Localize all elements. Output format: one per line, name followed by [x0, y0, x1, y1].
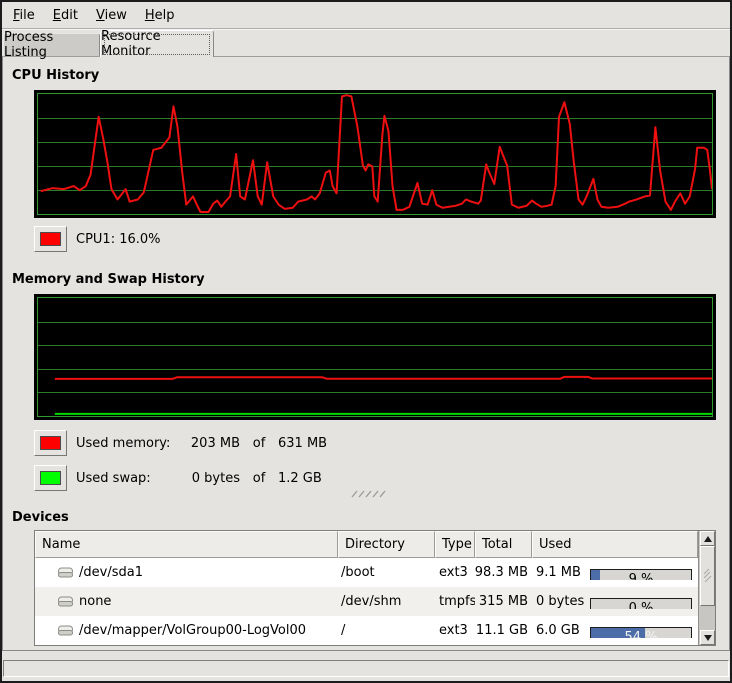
memory-history-title: Memory and Swap History [12, 272, 205, 287]
used-memory-label: Used memory: [76, 436, 176, 451]
device-used: 9.1 MB [536, 565, 581, 580]
menu-help[interactable]: Help [136, 5, 184, 26]
device-total: 315 MB [475, 594, 532, 609]
of-label: of [240, 436, 278, 451]
cpu-plot-area [37, 93, 713, 215]
used-memory-value: 203 MB [176, 436, 240, 451]
device-name: none [79, 594, 111, 609]
cpu-legend: CPU1: 16.0% [34, 226, 161, 252]
memory-color-swatch [40, 436, 61, 450]
of-label: of [240, 471, 278, 486]
harddisk-icon [57, 624, 74, 637]
used-swap-label: Used swap: [76, 471, 176, 486]
menubar: File Edit View Help [2, 2, 730, 28]
column-header-name[interactable]: Name [35, 531, 338, 558]
cpu1-color-swatch [40, 232, 61, 246]
usage-percent-label: 54 % [591, 628, 691, 638]
menu-file[interactable]: File [4, 5, 44, 26]
memory-swap-graph [34, 294, 716, 420]
table-row[interactable]: none /dev/shm tmpfs 315 MB 0 bytes 0 % [35, 587, 698, 616]
focus-indicator [104, 34, 210, 55]
usage-progressbar: 54 % [590, 627, 692, 638]
device-total: 98.3 MB [475, 565, 532, 580]
system-monitor-window: File Edit View Help Process Listing Reso… [0, 0, 732, 683]
column-header-directory[interactable]: Directory [338, 531, 435, 558]
harddisk-icon [57, 566, 74, 579]
tab-process-listing[interactable]: Process Listing [3, 33, 100, 56]
arrow-down-icon [704, 635, 712, 641]
statusbar [3, 660, 729, 677]
menu-view[interactable]: View [87, 5, 136, 26]
arrow-up-icon [704, 536, 712, 542]
cpu1-usage-label: CPU1: 16.0% [76, 232, 161, 247]
menu-edit[interactable]: Edit [44, 5, 87, 26]
column-header-total[interactable]: Total [475, 531, 532, 558]
device-directory: /dev/shm [338, 594, 435, 609]
device-type: ext3 [435, 565, 475, 580]
swap-color-swatch [40, 471, 61, 485]
device-used: 6.0 GB [536, 623, 580, 638]
usage-percent-label: 0 % [591, 599, 691, 609]
device-directory: / [338, 623, 435, 638]
column-header-used[interactable]: Used [532, 531, 698, 558]
pane-resize-grip[interactable] [350, 489, 386, 499]
usage-progressbar: 0 % [590, 598, 692, 609]
column-header-type[interactable]: Type [435, 531, 475, 558]
device-total: 11.1 GB [475, 623, 532, 638]
tab-resource-monitor[interactable]: Resource Monitor [100, 30, 214, 57]
device-name: /dev/sda1 [79, 565, 143, 580]
devices-table-header: Name Directory Type Total Used [35, 531, 698, 558]
total-memory-value: 631 MB [278, 436, 327, 451]
scroll-down-button[interactable] [700, 630, 715, 645]
device-name: /dev/mapper/VolGroup00-LogVol00 [79, 623, 306, 638]
vertical-scrollbar[interactable] [698, 531, 715, 645]
used-swap-value: 0 bytes [176, 471, 240, 486]
table-row[interactable]: /dev/sda1 /boot ext3 98.3 MB 9.1 MB 9 % [35, 558, 698, 587]
cpu-history-graph [34, 90, 716, 218]
used-memory-legend: Used memory: 203 MB of 631 MB [34, 430, 327, 456]
cpu-usage-line [38, 94, 712, 214]
memory-swap-lines [38, 298, 712, 416]
usage-progressbar: 9 % [590, 569, 692, 580]
harddisk-icon [57, 595, 74, 608]
device-used: 0 bytes [536, 594, 584, 609]
device-directory: /boot [338, 565, 435, 580]
memory-color-button[interactable] [34, 430, 67, 456]
scroll-up-button[interactable] [700, 531, 715, 546]
device-type: ext3 [435, 623, 475, 638]
table-row[interactable]: /dev/mapper/VolGroup00-LogVol00 / ext3 1… [35, 616, 698, 645]
cpu-history-title: CPU History [12, 68, 99, 83]
tab-label: Process Listing [4, 30, 99, 60]
devices-title: Devices [12, 510, 69, 525]
swap-color-button[interactable] [34, 465, 67, 491]
usage-percent-label: 9 % [591, 570, 691, 580]
device-type: tmpfs [435, 594, 475, 609]
used-swap-legend: Used swap: 0 bytes of 1.2 GB [34, 465, 322, 491]
total-swap-value: 1.2 GB [278, 471, 322, 486]
scrollbar-grip-icon [702, 568, 713, 584]
scrollbar-thumb[interactable] [700, 546, 715, 606]
cpu1-color-button[interactable] [34, 226, 67, 252]
devices-table: Name Directory Type Total Used /dev/sda1… [34, 530, 716, 646]
memory-plot-area [37, 297, 713, 417]
